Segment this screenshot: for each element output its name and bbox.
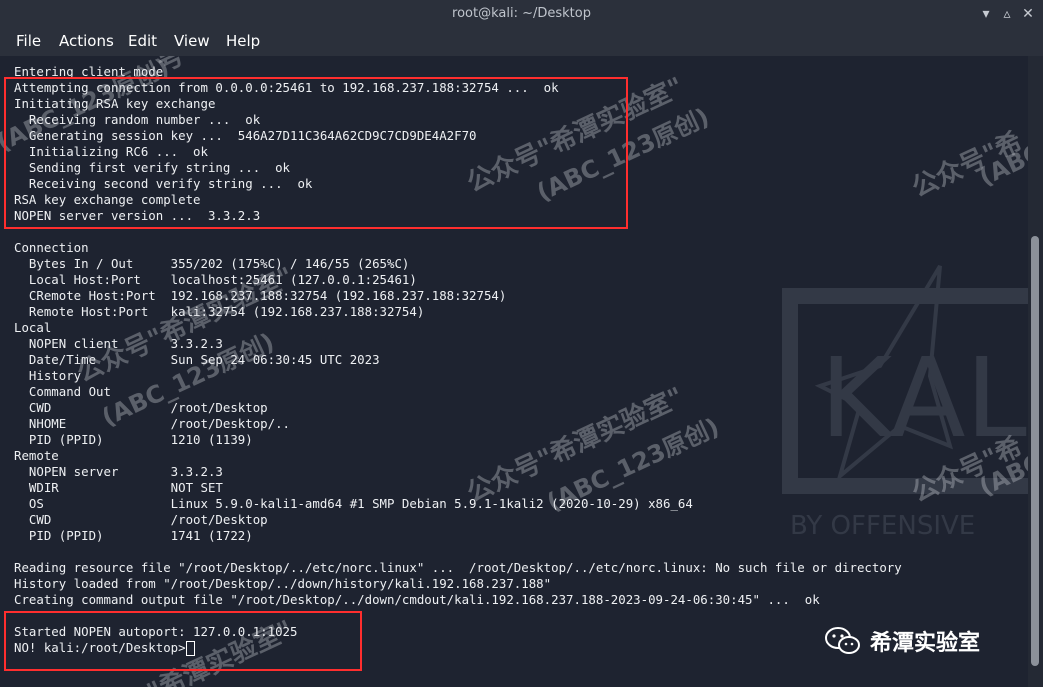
maximize-icon[interactable]: ▵ [998, 5, 1016, 23]
background-logo-subtext: BY OFFENSIVE [790, 511, 975, 541]
terminal-line: NHOME /root/Desktop/.. [14, 416, 291, 431]
menu-help[interactable]: Help [226, 32, 260, 50]
highlight-box-autoport [4, 611, 362, 671]
watermark-text: 号"希潭实验室" [150, 56, 332, 80]
terminal-line: PID (PPID) 1741 (1722) [14, 528, 253, 543]
close-icon[interactable]: ✕ [1019, 5, 1037, 23]
terminal-line: Local [14, 320, 52, 335]
terminal-line: Remote [14, 448, 59, 463]
wechat-icon [825, 627, 860, 654]
branding-badge: 希潭实验室 [824, 622, 980, 660]
branding-text: 希潭实验室 [870, 631, 981, 656]
menu-file[interactable]: File [16, 32, 41, 50]
menu-edit[interactable]: Edit [128, 32, 157, 50]
minimize-icon[interactable]: ▾ [977, 5, 995, 23]
terminal-line: Command Out [14, 384, 111, 399]
terminal-line: History loaded from "/root/Desktop/../do… [14, 576, 552, 591]
terminal-area[interactable]: KAL BY OFFENSIVE Entering client mode At… [0, 56, 1028, 687]
terminal-line: History [14, 368, 82, 383]
scrollbar-thumb[interactable] [1031, 236, 1039, 666]
terminal-line: Connection [14, 240, 89, 255]
terminal-line: NOPEN server 3.3.2.3 [14, 464, 223, 479]
terminal-line: Local Host:Port localhost:25461 (127.0.0… [14, 272, 417, 287]
terminal-line: Reading resource file "/root/Desktop/../… [14, 560, 902, 575]
terminal-line: Bytes In / Out 355/202 (175%C) / 146/55 … [14, 256, 410, 271]
menu-bar: File Actions Edit View Help [0, 28, 1043, 56]
terminal-window: root@kali: ~/Desktop ▾ ▵ ✕ File Actions … [0, 0, 1043, 687]
scrollbar[interactable] [1028, 56, 1043, 687]
menu-view[interactable]: View [174, 32, 210, 50]
window-title: root@kali: ~/Desktop [452, 6, 591, 21]
terminal-line: WDIR NOT SET [14, 480, 223, 495]
kali-background-logo: KAL BY OFFENSIVE [782, 264, 1028, 541]
terminal-line: PID (PPID) 1210 (1139) [14, 432, 253, 447]
title-bar[interactable]: root@kali: ~/Desktop ▾ ▵ ✕ [0, 0, 1043, 29]
highlight-box-rsa-exchange [4, 77, 628, 229]
menu-actions[interactable]: Actions [59, 32, 114, 50]
terminal-line: Creating command output file "/root/Desk… [14, 592, 820, 607]
terminal-line: CWD /root/Desktop [14, 512, 268, 527]
